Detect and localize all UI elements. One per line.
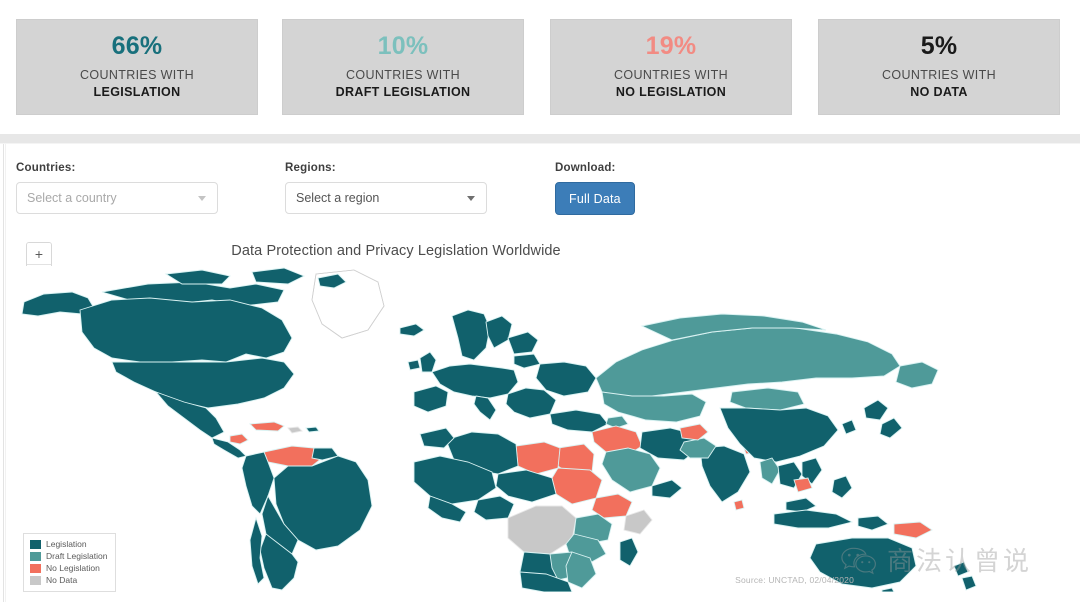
stat-percent: 5% (920, 32, 958, 61)
legend-label: No Data (46, 575, 78, 585)
dashboard-root: 66% COUNTRIES WITH LEGISLATION 10% COUNT… (0, 0, 1080, 602)
country-select[interactable]: Select a country (16, 182, 218, 214)
regions-label: Regions: (285, 162, 336, 174)
map-legend: Legislation Draft Legislation No Legisla… (23, 533, 117, 592)
legend-item-no-legislation: No Legislation (30, 563, 107, 574)
legend-swatch (30, 564, 41, 573)
chevron-down-icon (467, 196, 475, 201)
legend-item-draft-legislation: Draft Legislation (30, 551, 107, 562)
download-label: Download: (555, 162, 616, 174)
legend-item-legislation: Legislation (30, 539, 107, 550)
map-source-attribution: Source: UNCTAD, 02/04/2020 (735, 575, 854, 585)
legend-swatch (30, 552, 41, 561)
legend-label: Draft Legislation (46, 551, 108, 561)
download-group: Download: Full Data (555, 162, 635, 215)
country-select-value: Select a country (27, 191, 117, 205)
region-select[interactable]: Select a region (285, 182, 487, 214)
stat-card-no-data: 5% COUNTRIES WITH NO DATA (818, 19, 1060, 115)
countries-label: Countries: (16, 162, 76, 174)
regions-filter: Regions: Select a region (285, 162, 487, 214)
stat-caption-line2: DRAFT LEGISLATION (335, 84, 471, 99)
chevron-down-icon (198, 196, 206, 201)
stat-card-no-legislation: 19% COUNTRIES WITH NO LEGISLATION (550, 19, 792, 115)
full-data-button[interactable]: Full Data (555, 182, 635, 215)
stat-caption-line2: NO DATA (910, 84, 968, 99)
filter-controls: Countries: Select a country Regions: Sel… (0, 158, 1080, 220)
legend-label: Legislation (46, 539, 87, 549)
stat-caption-line2: NO LEGISLATION (615, 84, 727, 99)
stat-card-legislation: 66% COUNTRIES WITH LEGISLATION (16, 19, 258, 115)
watermark-text: 商法认曾说 (886, 547, 1032, 577)
zoom-in-button[interactable]: + (27, 243, 51, 264)
stat-caption-line1: COUNTRIES WITH (882, 68, 996, 83)
wechat-logo-icon (841, 547, 876, 574)
legend-label: No Legislation (46, 563, 100, 573)
wechat-watermark: 商法认曾说 (841, 541, 1032, 578)
legend-item-no-data: No Data (30, 575, 107, 586)
section-divider (0, 134, 1080, 143)
map-panel: Data Protection and Privacy Legislation … (16, 230, 1064, 592)
stat-caption-line1: COUNTRIES WITH (346, 68, 460, 83)
map-title: Data Protection and Privacy Legislation … (231, 243, 561, 259)
stat-card-draft-legislation: 10% COUNTRIES WITH DRAFT LEGISLATION (282, 19, 524, 115)
stat-percent: 10% (377, 32, 429, 61)
stat-percent: 66% (111, 32, 163, 61)
stats-strip: 66% COUNTRIES WITH LEGISLATION 10% COUNT… (0, 0, 1080, 134)
region-select-value: Select a region (296, 191, 380, 205)
stat-percent: 19% (645, 32, 697, 61)
legend-swatch (30, 540, 41, 549)
stat-caption-line1: COUNTRIES WITH (614, 68, 728, 83)
section-divider-line (0, 143, 1080, 144)
legend-swatch (30, 576, 41, 585)
countries-filter: Countries: Select a country (16, 162, 218, 214)
stat-caption-line2: LEGISLATION (93, 84, 181, 99)
stat-caption-line1: COUNTRIES WITH (80, 68, 194, 83)
